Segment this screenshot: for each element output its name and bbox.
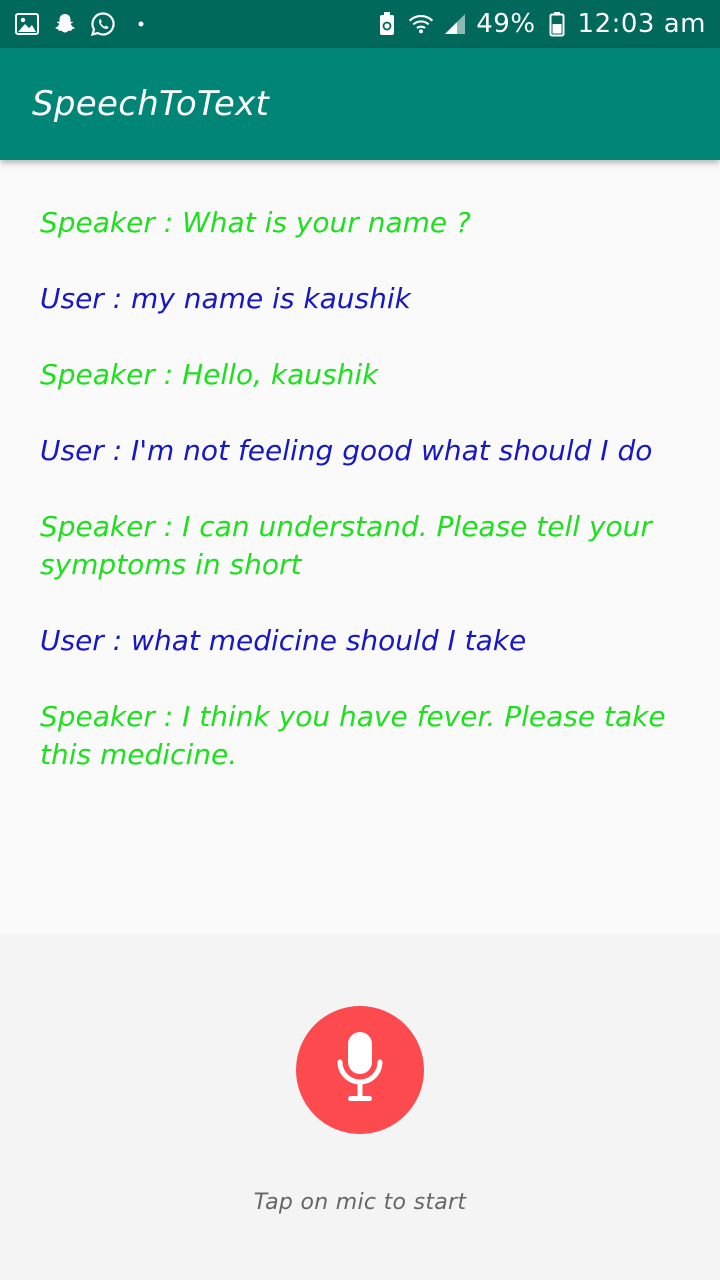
speaker-message: Speaker : I think you have fever. Please… — [40, 700, 666, 771]
whatsapp-icon — [90, 11, 116, 37]
user-message: User : what medicine should I take — [40, 624, 527, 657]
mic-button[interactable] — [296, 1006, 424, 1134]
data-saver-icon — [374, 11, 400, 37]
battery-percent: 49% — [476, 9, 536, 39]
user-message: User : my name is kaushik — [40, 282, 411, 315]
snapchat-icon — [52, 11, 78, 37]
microphone-icon — [332, 1028, 388, 1112]
gallery-icon — [14, 11, 40, 37]
signal-icon — [442, 11, 468, 37]
clock: 12:03 am — [577, 9, 706, 39]
notification-dot-icon — [128, 11, 154, 37]
wifi-icon — [408, 11, 434, 37]
conversation-list: Speaker : What is your name ? User : my … — [0, 160, 720, 934]
status-left-icons — [14, 11, 166, 37]
speaker-message: Speaker : What is your name ? — [40, 206, 471, 239]
battery-icon — [544, 11, 570, 37]
app-title: SpeechToText — [32, 84, 270, 124]
speaker-message: Speaker : Hello, kaushik — [40, 358, 379, 391]
app-bar: SpeechToText — [0, 48, 720, 160]
mic-hint-text: Tap on mic to start — [253, 1190, 467, 1215]
status-bar: 49% 12:03 am — [0, 0, 720, 48]
status-right-icons: 49% 12:03 am — [366, 9, 706, 39]
user-message: User : I'm not feeling good what should … — [40, 434, 653, 467]
mic-panel: Tap on mic to start — [0, 934, 720, 1280]
speaker-message: Speaker : I can understand. Please tell … — [40, 510, 652, 581]
